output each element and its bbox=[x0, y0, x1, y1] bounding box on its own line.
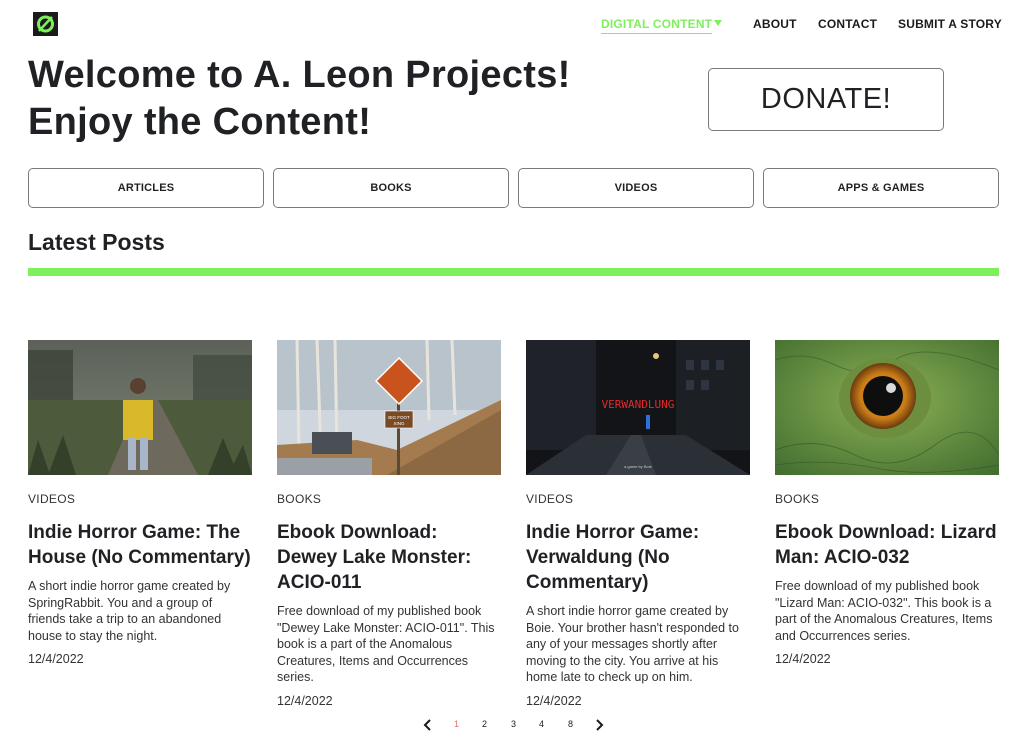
nav-contact[interactable]: CONTACT bbox=[818, 17, 877, 31]
page-link-current[interactable]: 1 bbox=[454, 719, 459, 729]
post-category[interactable]: BOOKS bbox=[775, 492, 999, 506]
post-card[interactable]: VIDEOS Indie Horror Game: The House (No … bbox=[28, 340, 252, 666]
hero-line-1: Welcome to A. Leon Projects! bbox=[28, 54, 571, 96]
page-link[interactable]: 8 bbox=[568, 719, 573, 729]
post-thumbnail-bigfoot-sign[interactable]: BIG FOOT XING bbox=[277, 340, 501, 475]
category-buttons: ARTICLES BOOKS VIDEOS APPS & GAMES bbox=[28, 168, 999, 208]
sign-text-line-2: XING bbox=[393, 421, 405, 426]
page-link[interactable]: 4 bbox=[539, 719, 544, 729]
chevron-down-icon[interactable] bbox=[714, 20, 722, 26]
category-videos-button[interactable]: VIDEOS bbox=[518, 168, 754, 208]
hero-line-2: Enjoy the Content! bbox=[28, 101, 372, 143]
post-title[interactable]: Ebook Download: Dewey Lake Monster: ACIO… bbox=[277, 520, 501, 595]
game-credit-text: a game by Boie bbox=[624, 464, 653, 469]
post-card[interactable]: BOOKS Ebook Download: Lizard Man: ACIO-0… bbox=[775, 340, 999, 666]
post-title[interactable]: Indie Horror Game: The House (No Comment… bbox=[28, 520, 252, 570]
nav-digital-content[interactable]: DIGITAL CONTENT bbox=[601, 17, 713, 34]
page-title: Welcome to A. Leon Projects! Enjoy the C… bbox=[28, 52, 648, 146]
post-date: 12/4/2022 bbox=[775, 652, 831, 667]
post-date: 12/4/2022 bbox=[277, 693, 333, 708]
nav-about[interactable]: ABOUT bbox=[753, 17, 797, 31]
post-card[interactable]: VERWANDLUNG a game by Boie VIDEOS Indie … bbox=[526, 340, 750, 708]
page-link[interactable]: 2 bbox=[482, 719, 487, 729]
post-thumbnail-city-night[interactable]: VERWANDLUNG a game by Boie bbox=[526, 340, 750, 475]
game-title-text: VERWANDLUNG bbox=[602, 398, 675, 411]
main-nav: DIGITAL CONTENT ABOUT CONTACT SUBMIT A S… bbox=[0, 17, 1024, 37]
post-title[interactable]: Ebook Download: Lizard Man: ACIO-032 bbox=[775, 520, 999, 570]
post-thumbnail-lizard-eye[interactable] bbox=[775, 340, 999, 475]
nav-submit-a-story[interactable]: SUBMIT A STORY bbox=[898, 17, 1002, 31]
post-card[interactable]: BIG FOOT XING BOOKS Ebook Download: Dewe… bbox=[277, 340, 501, 708]
chevron-right-icon[interactable] bbox=[594, 718, 604, 732]
section-divider bbox=[28, 268, 999, 276]
post-date: 12/4/2022 bbox=[526, 693, 582, 708]
post-category[interactable]: BOOKS bbox=[277, 492, 501, 506]
page-link[interactable]: 3 bbox=[511, 719, 516, 729]
post-date: 12/4/2022 bbox=[28, 652, 84, 667]
post-title[interactable]: Indie Horror Game: Verwaldung (No Commen… bbox=[526, 520, 750, 595]
pagination: 1 2 3 4 8 bbox=[0, 716, 1024, 736]
latest-posts-heading: Latest Posts bbox=[28, 229, 165, 255]
donate-button[interactable]: DONATE! bbox=[708, 68, 944, 131]
post-excerpt: Free download of my published book "Dewe… bbox=[277, 604, 495, 685]
category-apps-games-button[interactable]: APPS & GAMES bbox=[763, 168, 999, 208]
post-excerpt: A short indie horror game created by Spr… bbox=[28, 579, 231, 643]
category-articles-button[interactable]: ARTICLES bbox=[28, 168, 264, 208]
post-thumbnail-forest-path[interactable] bbox=[28, 340, 252, 475]
category-books-button[interactable]: BOOKS bbox=[273, 168, 509, 208]
sign-text-line-1: BIG FOOT bbox=[388, 415, 410, 420]
post-excerpt: Free download of my published book "Liza… bbox=[775, 579, 993, 643]
chevron-left-icon[interactable] bbox=[423, 718, 433, 732]
post-category[interactable]: VIDEOS bbox=[526, 492, 750, 506]
post-excerpt: A short indie horror game created by Boi… bbox=[526, 604, 739, 685]
post-category[interactable]: VIDEOS bbox=[28, 492, 252, 506]
